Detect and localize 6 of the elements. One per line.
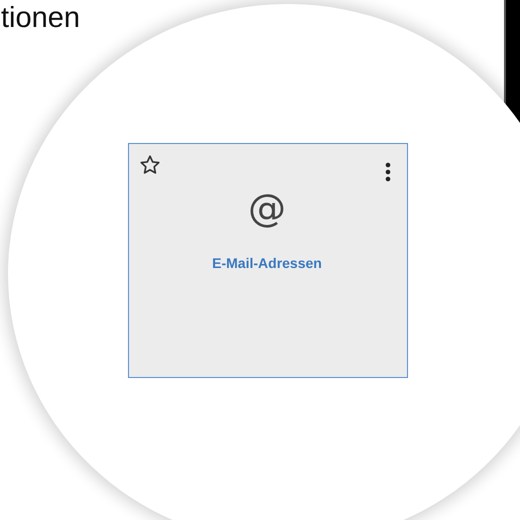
more-options-icon[interactable] xyxy=(385,162,391,182)
heading-text: tionen xyxy=(0,1,80,35)
email-tile[interactable]: @ E-Mail-Adressen xyxy=(128,143,408,378)
at-sign-icon: @ xyxy=(248,188,286,228)
star-icon[interactable] xyxy=(139,154,161,176)
tile-label[interactable]: E-Mail-Adressen xyxy=(212,255,322,271)
